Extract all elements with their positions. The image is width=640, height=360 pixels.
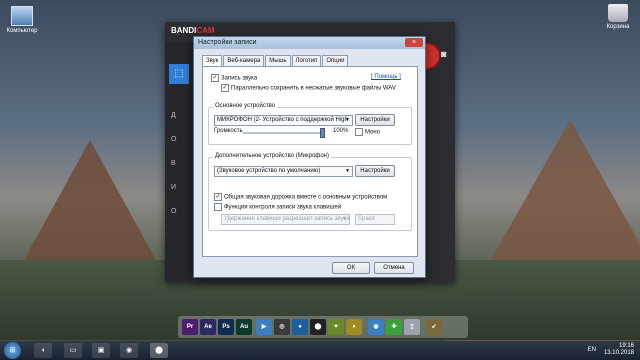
desktop-icon-recycle-bin-label: Корзина (606, 24, 630, 30)
tab-mouse[interactable]: Мышь (265, 55, 291, 66)
extra-device-title: Дополнительное устройство (Микрофон) (213, 153, 331, 159)
cancel-button[interactable]: Отмена (374, 262, 414, 274)
shared-track-row: ✓ Общая звуковая дорожка вместе с основны… (214, 193, 387, 201)
record-sound-checkbox[interactable]: ✓ (211, 74, 219, 82)
app-icon-12[interactable]: ✚ (386, 319, 402, 335)
app-icon-6[interactable]: ◎ (274, 319, 290, 335)
hotkey-key-field[interactable]: Space (355, 214, 395, 225)
bandicam-logo-accent: CAM (196, 26, 215, 35)
chevron-down-icon: ▼ (342, 216, 347, 222)
tab-bar: Звук Веб-камера Мышь Логотип Опции (202, 55, 349, 67)
hotkey-control-label: Функция контроля записи звука клавишей (224, 204, 342, 211)
record-sound-label: Запись звука (221, 75, 258, 82)
desktop-icon-computer-label: Компьютер (6, 28, 38, 34)
app-icon-7[interactable]: ● (292, 319, 308, 335)
tab-logo[interactable]: Логотип (291, 55, 322, 66)
taskbar: ⊞ ◖ ▭ ▣ ◉ ⬤ EN 19:16 13.10.2018 (0, 341, 640, 360)
main-device-value: МИКРОФОН (2- Устройство с поддержкой Hig… (217, 117, 348, 123)
photoshop-icon[interactable]: Ps (218, 319, 234, 335)
clock-time: 19:16 (618, 343, 634, 349)
save-wav-checkbox[interactable]: ✓ (221, 84, 229, 92)
chrome-icon[interactable]: ◉ (368, 319, 384, 335)
explorer-icon[interactable]: ▭ (64, 343, 82, 358)
tab-webcam[interactable]: Веб-камера (223, 55, 265, 66)
chevron-down-icon: ▼ (345, 117, 350, 123)
volume-slider-thumb[interactable] (320, 128, 325, 138)
main-device-settings-button[interactable]: Настройки (355, 114, 395, 126)
sidebar-item-5[interactable]: О (171, 208, 176, 215)
help-link[interactable]: [ Помощь ] (371, 74, 401, 80)
clock-date: 13.10.2018 (603, 350, 634, 356)
mono-label: Моно (365, 129, 381, 136)
main-device-select[interactable]: МИКРОФОН (2- Устройство с поддержкой Hig… (214, 115, 353, 126)
app-icon-10[interactable]: ♦ (346, 319, 362, 335)
dialog-title: Настройки записи (198, 39, 257, 46)
sidebar-item-4[interactable]: И (171, 184, 176, 191)
bandicam-taskbar-icon[interactable]: ⬤ (150, 343, 168, 358)
clock[interactable]: 19:16 13.10.2018 (604, 343, 634, 357)
screen-mode-button[interactable]: ⬚ (169, 64, 189, 84)
volume-value: 100% (333, 128, 349, 134)
hotkey-mode-select[interactable]: Удержание клавиши разрешает запись звука… (221, 214, 350, 225)
close-button[interactable]: × (405, 38, 423, 47)
save-wav-row: ✓ Параллельно сохранять в несжатые звуков… (221, 84, 396, 92)
bandicam-logo-main: BANDI (171, 26, 197, 35)
sidebar-item-3[interactable]: В (171, 160, 176, 167)
recording-settings-dialog: Настройки записи × Звук Веб-камера Мышь Лог… (193, 36, 426, 278)
speaker-icon[interactable]: ◖ (34, 343, 52, 358)
recycle-bin-icon (608, 4, 628, 22)
sidebar-item-2[interactable]: О (171, 136, 176, 143)
media-player-icon[interactable]: ▶ (256, 319, 272, 335)
record-app-icon[interactable]: ⬤ (310, 319, 326, 335)
after-effects-icon[interactable]: Ae (200, 319, 216, 335)
camera-icon[interactable]: ◙ (441, 49, 446, 59)
extra-device-group: Дополнительное устройство (Микрофон) (Зв… (208, 153, 412, 231)
bandicam-logo: BANDICAM (171, 26, 215, 35)
shared-track-checkbox[interactable]: ✓ (214, 193, 222, 201)
volume-slider-track[interactable] (243, 132, 325, 134)
main-device-title: Основное устройство (213, 103, 278, 109)
record-sound-row: ✓ Запись звука (211, 74, 257, 82)
language-indicator[interactable]: EN (588, 347, 596, 353)
chrome-taskbar-icon[interactable]: ◉ (120, 343, 138, 358)
start-button[interactable]: ⊞ (4, 342, 21, 359)
dialog-titlebar: Настройки записи × (194, 37, 425, 49)
ok-button[interactable]: ОК (332, 262, 370, 274)
mono-checkbox[interactable] (355, 128, 363, 136)
desktop-icon-recycle-bin[interactable]: Корзина (600, 4, 636, 30)
trash-icon[interactable]: ▯ (404, 319, 420, 335)
extra-device-value: (Звуковое устройство по умолчанию) (217, 168, 321, 174)
sidebar-item-1[interactable]: Д (171, 112, 176, 119)
app-icon-9[interactable]: ✦ (328, 319, 344, 335)
save-wav-label: Параллельно сохранять в несжатые звуковы… (231, 85, 396, 92)
computer-icon (11, 6, 33, 26)
mono-row: Моно (355, 128, 380, 136)
app-taskbar-icon[interactable]: ▣ (92, 343, 110, 358)
main-device-group: Основное устройство МИКРОФОН (2- Устройс… (208, 103, 412, 145)
shared-track-label: Общая звуковая дорожка вместе с основным… (224, 194, 388, 201)
tab-options[interactable]: Опции (322, 55, 349, 66)
premiere-icon[interactable]: Pr (182, 319, 198, 335)
hotkey-control-checkbox[interactable] (214, 203, 222, 211)
desktop-icon-computer[interactable]: Компьютер (4, 6, 40, 34)
hotkey-mode-value: Удержание клавиши разрешает запись звука (224, 216, 350, 222)
bandicam-sidebar: ⬚ Д О В И О (165, 42, 193, 282)
app-icon-14[interactable]: ➹ (426, 319, 442, 335)
sound-tab-panel: ✓ Запись звука [ Помощь ] ✓ Параллельно со… (202, 66, 418, 257)
app-dock: Pr Ae Ps Au ▶ ◎ ● ⬤ ✦ ♦ ◉ ✚ ▯ ➹ (178, 316, 468, 338)
extra-device-settings-button[interactable]: Настройки (355, 165, 395, 177)
audition-icon[interactable]: Au (236, 319, 252, 335)
chevron-down-icon: ▼ (345, 168, 350, 174)
volume-label: Громкость (214, 128, 243, 134)
hotkey-control-row: Функция контроля записи звука клавишей (214, 203, 341, 211)
extra-device-select[interactable]: (Звуковое устройство по умолчанию) ▼ (214, 166, 353, 177)
